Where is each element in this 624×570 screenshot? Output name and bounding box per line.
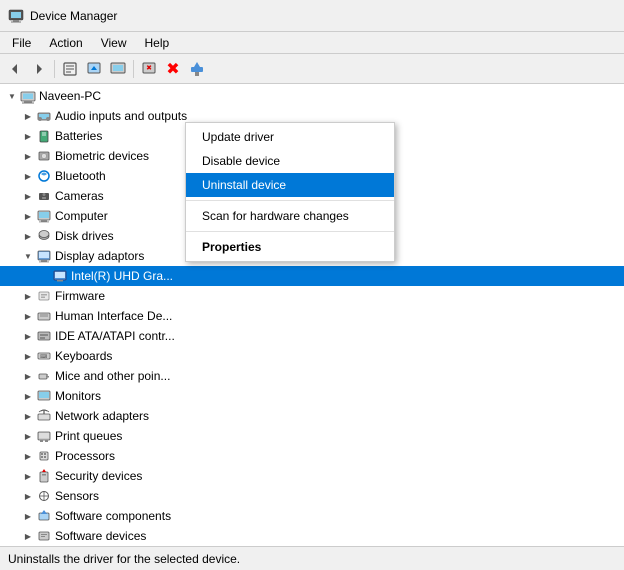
list-item[interactable]: ▶ Firmware [0,286,624,306]
forward-button[interactable] [28,58,50,80]
context-menu: Update driver Disable device Uninstall d… [185,122,395,262]
ctx-separator-1 [186,200,394,201]
list-item[interactable]: ▶ Software devices [0,526,624,546]
menu-view[interactable]: View [93,34,135,52]
svg-text:⌨: ⌨ [40,354,47,360]
toolbar-sep-2 [133,60,134,78]
ctx-disable-device[interactable]: Disable device [186,149,394,173]
update-driver-button[interactable] [83,58,105,80]
svg-text:✖: ✖ [146,65,152,72]
list-item[interactable]: ▶ Sensors [0,486,624,506]
menu-file[interactable]: File [4,34,39,52]
list-item[interactable]: ▶ Software components [0,506,624,526]
app-icon [8,8,24,24]
list-item[interactable]: ▶ Print queues [0,426,624,446]
add-hardware-button[interactable] [186,58,208,80]
toolbar: ✖ ✖ [0,54,624,84]
status-bar: Uninstalls the driver for the selected d… [0,546,624,570]
menu-action[interactable]: Action [41,34,90,52]
properties-button[interactable] [59,58,81,80]
menu-help[interactable]: Help [137,34,178,52]
uninstall-button[interactable]: ✖ [138,58,160,80]
menu-bar: File Action View Help [0,32,624,54]
list-item[interactable]: ▶ Processors [0,446,624,466]
back-button[interactable] [4,58,26,80]
ctx-update-driver[interactable]: Update driver [186,125,394,149]
disable-button[interactable]: ✖ [162,58,184,80]
window-title: Device Manager [30,9,117,23]
root-label: Naveen-PC [39,89,101,103]
root-icon [20,88,36,104]
toolbar-sep-1 [54,60,55,78]
list-item[interactable]: ▶ IDE ATA/ATAPI contr... [0,326,624,346]
list-item[interactable]: ▶ ⌨ Keyboards [0,346,624,366]
ctx-uninstall-device[interactable]: Uninstall device [186,173,394,197]
title-bar: Device Manager [0,0,624,32]
list-item[interactable]: ▶ Monitors [0,386,624,406]
status-text: Uninstalls the driver for the selected d… [8,552,240,566]
ctx-separator-2 [186,231,394,232]
ctx-scan-hardware[interactable]: Scan for hardware changes [186,204,394,228]
list-item[interactable]: ▶ Security devices [0,466,624,486]
list-item[interactable]: ▶ Human Interface De... [0,306,624,326]
list-item[interactable]: ▶ Mice and other poin... [0,366,624,386]
intel-uhd-item[interactable]: Intel(R) UHD Gra... [0,266,624,286]
ctx-properties[interactable]: Properties [186,235,394,259]
root-expand-arrow: ▼ [4,88,20,104]
scan-button[interactable] [107,58,129,80]
list-item[interactable]: ▶ Network adapters [0,406,624,426]
tree-root[interactable]: ▼ Naveen-PC [0,86,624,106]
main-area: ▼ Naveen-PC ▶ Audio inputs and outputs ▶ [0,84,624,546]
